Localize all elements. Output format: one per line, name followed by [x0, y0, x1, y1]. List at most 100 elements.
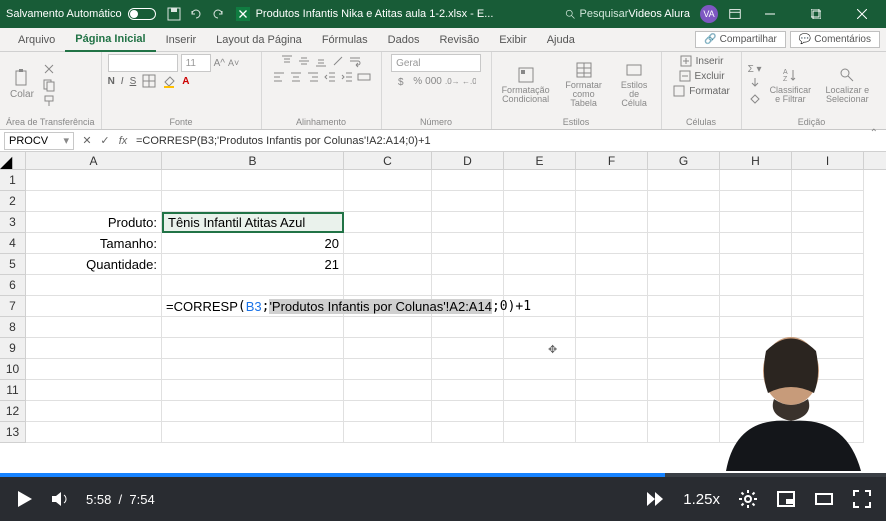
play-icon[interactable] [14, 489, 34, 509]
sort-filter-button[interactable]: AZ Classificar e Filtrar [766, 64, 816, 106]
cell-A9[interactable] [26, 338, 162, 359]
increase-font-icon[interactable]: A^ [214, 58, 225, 69]
col-header-b[interactable]: B [162, 152, 344, 169]
cell-F3[interactable] [576, 212, 648, 233]
number-format-select[interactable] [391, 54, 481, 72]
cell-E1[interactable] [504, 170, 576, 191]
insert-cells-button[interactable]: Inserir [679, 54, 724, 68]
select-all-corner[interactable]: ◢ [0, 152, 26, 169]
cell-B13[interactable] [162, 422, 344, 443]
cell-E12[interactable] [504, 401, 576, 422]
cell-B8[interactable] [162, 317, 344, 338]
theater-icon[interactable] [814, 489, 834, 509]
tab-layout[interactable]: Layout da Página [206, 28, 312, 52]
cell-E11[interactable] [504, 380, 576, 401]
cell-C4[interactable] [344, 233, 432, 254]
bold-button[interactable]: N [108, 76, 115, 87]
decrease-decimal-icon[interactable]: ←.0 [462, 74, 476, 88]
cell-E9[interactable] [504, 338, 576, 359]
ribbon-display-icon[interactable] [728, 7, 742, 21]
fx-icon[interactable]: fx [114, 135, 132, 147]
cell-A1[interactable] [26, 170, 162, 191]
increase-indent-icon[interactable] [340, 70, 354, 84]
cell-B7[interactable]: =CORRESP(B3;'Produtos Infantis por Colun… [162, 296, 344, 317]
cell-C5[interactable] [344, 254, 432, 275]
autosave-toggle-icon[interactable] [128, 8, 156, 20]
cut-icon[interactable] [42, 62, 56, 76]
col-header-f[interactable]: F [576, 152, 648, 169]
cell-E13[interactable] [504, 422, 576, 443]
row-header[interactable]: 4 [0, 233, 26, 254]
cell-H1[interactable] [720, 170, 792, 191]
cell-A7[interactable] [26, 296, 162, 317]
cell-C8[interactable] [344, 317, 432, 338]
cell-B10[interactable] [162, 359, 344, 380]
cell-D8[interactable] [432, 317, 504, 338]
cell-F5[interactable] [576, 254, 648, 275]
autosum-icon[interactable]: Σ ▾ [748, 64, 762, 75]
cell-F10[interactable] [576, 359, 648, 380]
maximize-button[interactable] [798, 0, 834, 28]
row-header[interactable]: 1 [0, 170, 26, 191]
align-bottom-icon[interactable] [314, 54, 328, 68]
cell-D9[interactable] [432, 338, 504, 359]
cell-I1[interactable] [792, 170, 864, 191]
cell-D11[interactable] [432, 380, 504, 401]
row-header[interactable]: 12 [0, 401, 26, 422]
cell-G5[interactable] [648, 254, 720, 275]
collapse-ribbon-icon[interactable]: ⌃ [870, 128, 878, 139]
cell-F9[interactable] [576, 338, 648, 359]
settings-icon[interactable] [738, 489, 758, 509]
format-table-button[interactable]: Formatar como Tabela [558, 59, 610, 110]
cell-A5[interactable]: Quantidade: [26, 254, 162, 275]
col-header-h[interactable]: H [720, 152, 792, 169]
col-header-c[interactable]: C [344, 152, 432, 169]
col-header-g[interactable]: G [648, 152, 720, 169]
cell-A3[interactable]: Produto: [26, 212, 162, 233]
find-select-button[interactable]: Localizar e Selecionar [819, 64, 875, 106]
col-header-a[interactable]: A [26, 152, 162, 169]
cell-B4[interactable]: 20 [162, 233, 344, 254]
cell-C13[interactable] [344, 422, 432, 443]
align-middle-icon[interactable] [297, 54, 311, 68]
cell-I7[interactable] [792, 296, 864, 317]
comments-button[interactable]: 💬Comentários [790, 31, 880, 48]
cell-B5[interactable]: 21 [162, 254, 344, 275]
font-family-select[interactable] [108, 54, 178, 72]
volume-icon[interactable] [50, 489, 70, 509]
tab-arquivo[interactable]: Arquivo [8, 28, 65, 52]
pip-icon[interactable] [776, 489, 796, 509]
cell-E10[interactable] [504, 359, 576, 380]
cell-G7[interactable] [648, 296, 720, 317]
cell-C2[interactable] [344, 191, 432, 212]
cell-B9[interactable] [162, 338, 344, 359]
cell-A4[interactable]: Tamanho: [26, 233, 162, 254]
share-button[interactable]: 🔗Compartilhar [695, 31, 786, 48]
col-header-i[interactable]: I [792, 152, 864, 169]
cell-F13[interactable] [576, 422, 648, 443]
cell-A13[interactable] [26, 422, 162, 443]
tab-formulas[interactable]: Fórmulas [312, 28, 378, 52]
minimize-button[interactable] [752, 0, 788, 28]
cell-F7[interactable] [576, 296, 648, 317]
tab-revisao[interactable]: Revisão [429, 28, 489, 52]
cell-D10[interactable] [432, 359, 504, 380]
cell-F2[interactable] [576, 191, 648, 212]
cell-A8[interactable] [26, 317, 162, 338]
tab-ajuda[interactable]: Ajuda [537, 28, 585, 52]
cell-D12[interactable] [432, 401, 504, 422]
cell-F12[interactable] [576, 401, 648, 422]
cell-G4[interactable] [648, 233, 720, 254]
cell-G3[interactable] [648, 212, 720, 233]
cell-B1[interactable] [162, 170, 344, 191]
cell-F1[interactable] [576, 170, 648, 191]
account-label[interactable]: Videos Alura [628, 8, 690, 20]
cell-A12[interactable] [26, 401, 162, 422]
col-header-d[interactable]: D [432, 152, 504, 169]
cell-H7[interactable] [720, 296, 792, 317]
borders-icon[interactable] [142, 74, 156, 88]
tab-dados[interactable]: Dados [378, 28, 430, 52]
close-button[interactable] [844, 0, 880, 28]
increase-decimal-icon[interactable]: .0→ [445, 74, 459, 88]
cell-E3[interactable] [504, 212, 576, 233]
